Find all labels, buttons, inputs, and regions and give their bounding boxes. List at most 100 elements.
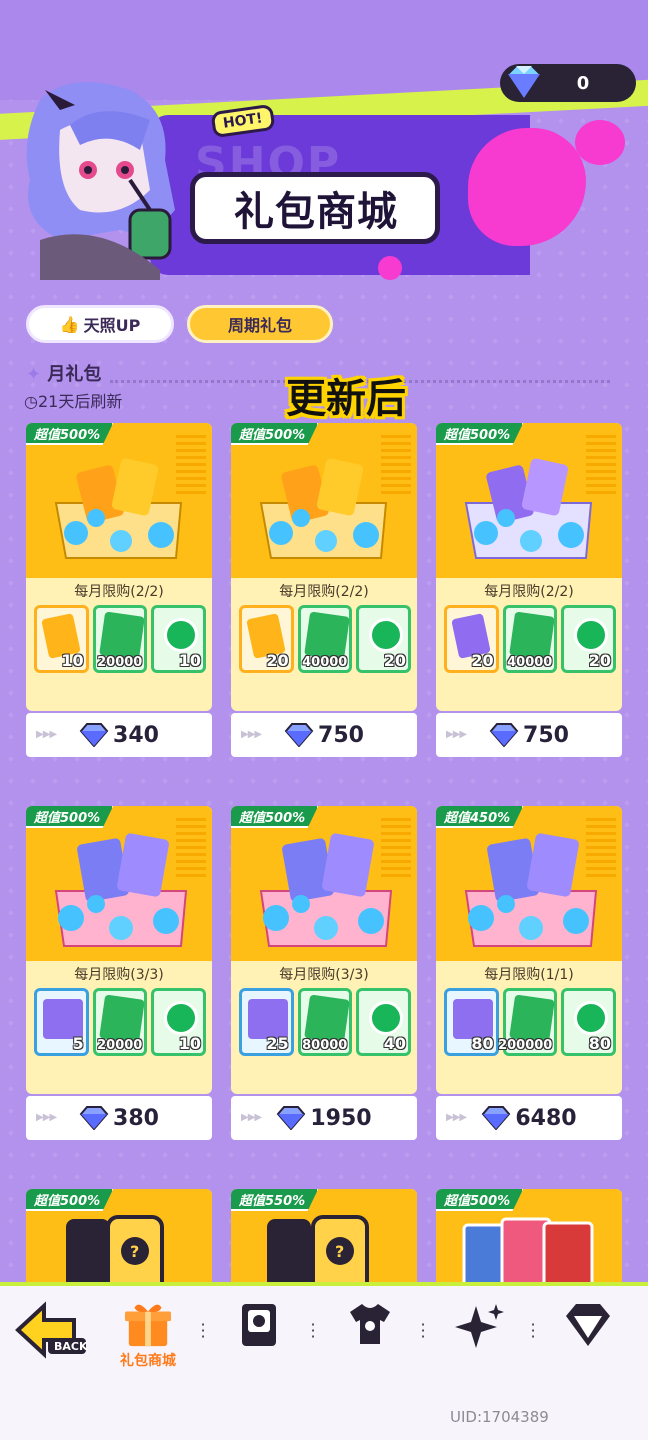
pack-image	[26, 806, 212, 961]
buy-button[interactable]: ▶▶▶ 380	[26, 1096, 212, 1140]
price-value: 380	[113, 1105, 159, 1131]
pack-card-body: 每月限购(1/1) 80 200000 80 超值450%	[436, 806, 622, 1094]
item-qty: 25	[266, 1034, 289, 1053]
pack-card[interactable]: 每月限购(2/2) 20 40000 20 超值500% ▶▶▶ 750	[436, 423, 622, 759]
pack-image	[231, 423, 417, 578]
gift-icon	[124, 1304, 172, 1347]
gem-icon	[482, 1106, 511, 1130]
gem-icon	[277, 1106, 306, 1130]
cash-icon	[98, 994, 145, 1044]
token-icon	[164, 618, 199, 652]
pack-card[interactable]: 每月限购(3/3) 5 20000 10 超值500% ▶▶▶ 380	[26, 806, 212, 1142]
value-ribbon: 超值500%	[26, 1189, 115, 1211]
gem-icon	[506, 65, 542, 100]
mascot-illustration	[26, 82, 175, 280]
pack-card[interactable]: 每月限购(1/1) 80 200000 80 超值450% ▶▶▶ 6480	[436, 806, 622, 1142]
tab-amaterasu-up[interactable]: 👍 天照UP	[26, 305, 174, 343]
pink-dot	[378, 256, 402, 280]
cash-item: 40000	[502, 605, 558, 673]
ticket-icon	[248, 999, 288, 1039]
cash-icon	[98, 611, 145, 661]
buy-button[interactable]: ▶▶▶ 1950	[231, 1096, 417, 1140]
item-qty: 20000	[97, 1038, 143, 1053]
nav-cards[interactable]	[228, 1300, 292, 1370]
pack-card[interactable]: 每月限购(3/3) 25 80000 40 超值500% ▶▶▶ 1950	[231, 806, 417, 1142]
cash-item: 20000	[92, 988, 148, 1056]
star-icon: ✦	[26, 364, 42, 385]
svg-text:?: ?	[335, 1242, 344, 1261]
token-icon	[164, 1001, 199, 1035]
token-item: 20	[561, 605, 617, 673]
arrows-icon: ▶▶▶	[241, 729, 262, 740]
pack-items: 25 80000 40	[239, 988, 412, 1058]
back-label: BACK	[54, 1340, 88, 1353]
page-title: 礼包商城	[234, 189, 398, 235]
nav-gift-shop[interactable]: 礼包商城	[106, 1300, 190, 1370]
shirt-icon	[350, 1304, 390, 1344]
tab-periodic-packs[interactable]: 周期礼包	[187, 305, 333, 343]
item-qty: 5	[72, 1034, 84, 1053]
ticket-item: 10	[34, 605, 89, 673]
ticket-icon	[453, 999, 493, 1039]
gem-balance[interactable]: 0	[500, 64, 636, 102]
nav-separator: · · ·	[310, 1315, 316, 1346]
purchase-limit: 每月限购(1/1)	[484, 967, 574, 983]
pack-image	[436, 806, 622, 961]
pink-splash	[468, 128, 586, 246]
buy-button[interactable]: ▶▶▶ 340	[26, 713, 212, 757]
pack-card[interactable]: 每月限购(2/2) 10 20000 10 超值500% ▶▶▶ 340	[26, 423, 212, 759]
nav-outfits[interactable]	[338, 1300, 402, 1370]
arrows-icon: ▶▶▶	[241, 1112, 262, 1123]
item-qty: 20000	[97, 655, 143, 670]
buy-button[interactable]: ▶▶▶ 750	[231, 713, 417, 757]
refresh-timer: ◷21天后刷新	[24, 388, 122, 412]
pack-card-body: 每月限购(2/2) 10 20000 10 超值500%	[26, 423, 212, 711]
token-item: 80	[561, 988, 617, 1056]
nav-effects[interactable]	[448, 1300, 512, 1370]
overlay-caption: 更新后	[286, 376, 406, 422]
nav-gift-shop-label: 礼包商城	[120, 1353, 176, 1369]
cash-item: 80000	[297, 988, 353, 1056]
svg-text:?: ?	[130, 1242, 139, 1261]
value-ribbon: 超值450%	[436, 806, 525, 828]
token-item: 10	[151, 988, 207, 1056]
price-value: 750	[523, 722, 569, 748]
purchase-limit: 每月限购(2/2)	[74, 584, 164, 600]
value-ribbon: 超值500%	[436, 1189, 525, 1211]
clock-icon: ◷	[24, 392, 38, 411]
back-button[interactable]: BACK	[10, 1300, 90, 1370]
nav-gems[interactable]	[556, 1300, 620, 1370]
tab-label: 天照UP	[83, 316, 141, 335]
section-title: ✦ 月礼包	[26, 360, 101, 386]
item-qty: 80000	[302, 1038, 348, 1053]
thumb-up-icon: 👍	[59, 314, 80, 334]
price-value: 750	[318, 722, 364, 748]
pack-card-body: 每月限购(2/2) 20 40000 20 超值500%	[231, 423, 417, 711]
buy-button[interactable]: ▶▶▶ 6480	[436, 1096, 622, 1140]
buy-button[interactable]: ▶▶▶ 750	[436, 713, 622, 757]
price-value: 340	[113, 722, 159, 748]
item-qty: 10	[178, 1034, 202, 1053]
item-qty: 40000	[302, 655, 348, 670]
purchase-limit: 每月限购(2/2)	[279, 584, 369, 600]
ticket-item: 5	[34, 988, 89, 1056]
item-qty: 20	[383, 651, 407, 670]
cash-item: 40000	[297, 605, 353, 673]
pack-items: 10 20000 10	[34, 605, 207, 675]
ticket-item: 20	[444, 605, 499, 673]
price-value: 6480	[515, 1105, 577, 1131]
gem-icon	[79, 723, 109, 747]
purchase-limit: 每月限购(3/3)	[279, 967, 369, 983]
gem-icon	[79, 1106, 109, 1130]
ticket-item: 25	[239, 988, 294, 1056]
user-id: UID:1704389	[450, 1408, 549, 1426]
token-icon	[369, 1001, 404, 1035]
item-qty: 20	[266, 651, 289, 670]
token-icon	[369, 618, 404, 652]
arrows-icon: ▶▶▶	[446, 1112, 467, 1123]
gem-icon	[489, 723, 519, 747]
nav-separator: · · ·	[420, 1315, 426, 1346]
pack-card[interactable]: 每月限购(2/2) 20 40000 20 超值500% ▶▶▶ 750	[231, 423, 417, 759]
diamond-icon	[566, 1304, 610, 1346]
value-ribbon: 超值500%	[231, 806, 320, 828]
